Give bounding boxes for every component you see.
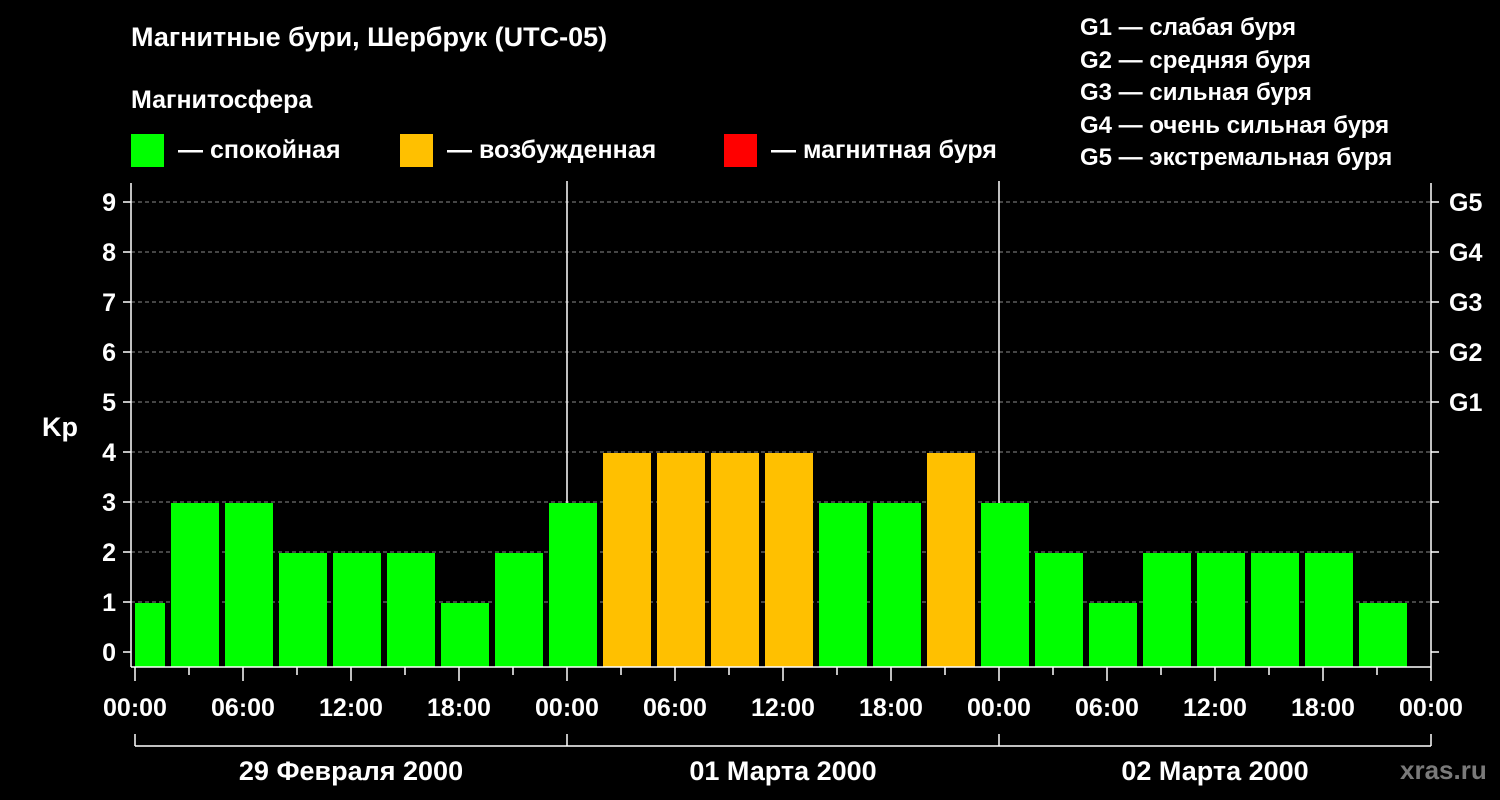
y-tick-label: 8: [102, 239, 116, 267]
kp-bar: [495, 553, 543, 667]
kp-bar: [441, 603, 489, 667]
x-tick-label: 00:00: [103, 694, 167, 722]
kp-bar: [657, 453, 705, 667]
day-label: 01 Марта 2000: [689, 756, 876, 786]
y-tick-label: 6: [102, 339, 116, 367]
x-tick-label: 00:00: [1399, 694, 1463, 722]
x-tick-label: 00:00: [967, 694, 1031, 722]
kp-bar: [1197, 553, 1245, 667]
kp-bar: [1251, 553, 1299, 667]
x-tick-label: 12:00: [1183, 694, 1247, 722]
g-level-label: G2: [1449, 339, 1482, 367]
kp-bar: [927, 453, 975, 667]
kp-bar: [765, 453, 813, 667]
y-tick-label: 5: [102, 389, 116, 417]
x-tick-label: 18:00: [427, 694, 491, 722]
day-label: 29 Февраля 2000: [239, 756, 463, 786]
x-tick-label: 00:00: [535, 694, 599, 722]
watermark: xras.ru: [1400, 755, 1487, 785]
kp-bar: [135, 603, 165, 667]
kp-bar: [225, 503, 273, 667]
x-tick-label: 12:00: [751, 694, 815, 722]
g-level-label: G1: [1449, 389, 1482, 417]
kp-bar: [1143, 553, 1191, 667]
kp-bar: [333, 553, 381, 667]
kp-bar: [603, 453, 651, 667]
g-level-label: G3: [1449, 289, 1482, 317]
kp-bar-chart: 0 1 2 3 4 5 6 7 8 9 G1 G2 G3 G4 G5 Kp 00:00 06:00 12:00 18:…: [42, 181, 1482, 786]
kp-bar: [1035, 553, 1083, 667]
day-label: 02 Марта 2000: [1121, 756, 1308, 786]
g-level-label: G4: [1449, 239, 1482, 267]
g-level-label: G5: [1449, 189, 1482, 217]
kp-bar: [981, 503, 1029, 667]
x-tick-label: 06:00: [643, 694, 707, 722]
kp-bar: [279, 553, 327, 667]
kp-bar: [873, 503, 921, 667]
y-tick-label: 3: [102, 489, 116, 517]
y-tick-label: 1: [102, 589, 116, 617]
kp-bar: [1359, 603, 1407, 667]
kp-bar: [387, 553, 435, 667]
kp-bar: [1089, 603, 1137, 667]
y-tick-label: 9: [102, 189, 116, 217]
x-tick-label: 06:00: [211, 694, 275, 722]
kp-bar: [711, 453, 759, 667]
x-tick-label: 18:00: [1291, 694, 1355, 722]
kp-bar: [819, 503, 867, 667]
x-tick-label: 06:00: [1075, 694, 1139, 722]
y-tick-label: 0: [102, 639, 116, 667]
x-tick-label: 18:00: [859, 694, 923, 722]
x-tick-label: 12:00: [319, 694, 383, 722]
y-axis-label: Kp: [42, 412, 78, 442]
y-tick-label: 4: [102, 439, 116, 467]
kp-bar: [549, 503, 597, 667]
y-tick-label: 7: [102, 289, 116, 317]
y-tick-label: 2: [102, 539, 116, 567]
kp-bar: [171, 503, 219, 667]
kp-bar: [1305, 553, 1353, 667]
